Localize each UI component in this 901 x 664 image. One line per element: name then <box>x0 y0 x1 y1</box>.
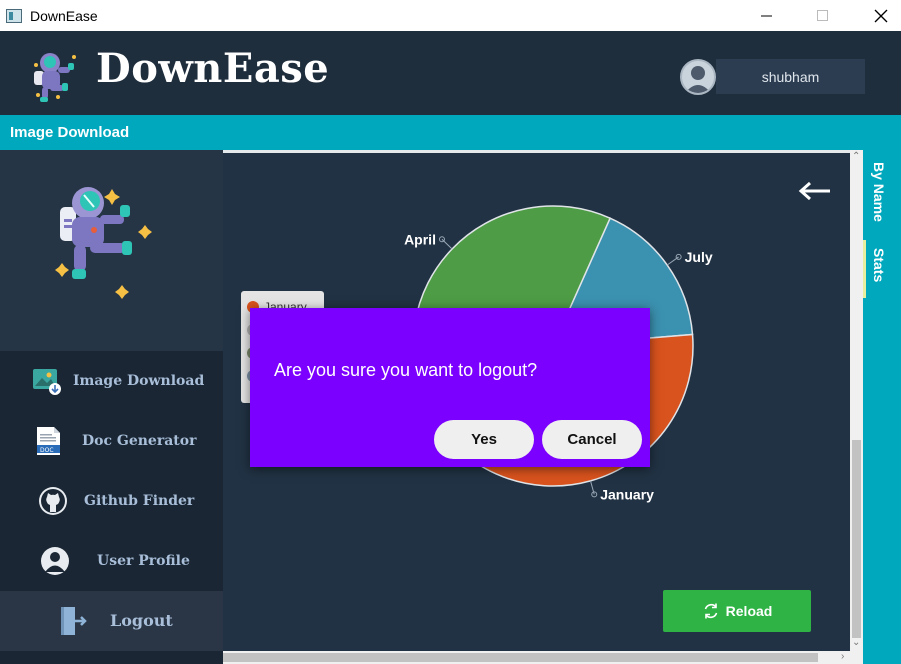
doc-icon: DOC <box>37 427 60 455</box>
logout-icon <box>61 607 87 635</box>
sidebar-item-user-profile[interactable]: User Profile <box>0 531 223 591</box>
cancel-button[interactable]: Cancel <box>542 420 642 459</box>
reload-icon <box>704 603 717 619</box>
sidebar-item-label: Doc Generator <box>82 433 197 449</box>
pie-label-anchor <box>675 253 682 260</box>
pie-label: April <box>404 231 436 247</box>
maximize-icon <box>817 9 828 21</box>
section-bar: Image Download <box>0 115 901 150</box>
active-tab-indicator <box>863 240 866 298</box>
sidebar-hero <box>0 150 223 351</box>
window-title-bar: DownEase <box>0 0 901 31</box>
scroll-down-icon[interactable]: ⌄ <box>852 638 860 648</box>
close-icon <box>874 9 888 22</box>
horizontal-scrollbar[interactable]: › <box>223 651 863 664</box>
sidebar-item-logout[interactable]: Logout <box>0 591 223 651</box>
sidebar-nav: Image Download DOC Doc Generator Github … <box>0 351 223 664</box>
github-icon <box>39 487 67 515</box>
vertical-scrollbar[interactable]: ⌃ ⌄ <box>850 150 863 651</box>
svg-text:DOC: DOC <box>40 447 54 454</box>
scroll-up-icon[interactable]: ⌃ <box>852 152 860 162</box>
username-label[interactable]: shubham <box>716 59 865 94</box>
brand-title: DownEase <box>96 45 330 92</box>
user-avatar-icon <box>685 66 711 93</box>
window-title: DownEase <box>30 7 98 24</box>
pie-label: January <box>600 486 654 502</box>
sidebar-item-label: Github Finder <box>84 493 195 509</box>
app-icon <box>6 8 22 23</box>
user-icon <box>41 547 69 575</box>
image-download-icon <box>33 369 61 395</box>
sidebar: Image Download DOC Doc Generator Github … <box>0 150 223 664</box>
pie-label: July <box>685 249 713 265</box>
astronaut-illustration-icon <box>55 187 152 299</box>
sidebar-item-label: Image Download <box>73 373 205 389</box>
section-title: Image Download <box>10 124 130 141</box>
app-header: DownEase shubham <box>0 31 901 115</box>
vertical-scroll-thumb[interactable] <box>852 440 861 638</box>
sidebar-item-label: User Profile <box>97 553 190 569</box>
close-button[interactable] <box>858 0 901 31</box>
right-tab-bar: By Name Stats <box>863 150 901 664</box>
reload-label: Reload <box>725 603 773 619</box>
sidebar-item-label: Logout <box>110 611 173 630</box>
maximize-button[interactable] <box>800 0 846 31</box>
logout-confirm-dialog: Are you sure you want to logout? Yes Can… <box>250 308 650 467</box>
sidebar-item-github-finder[interactable]: Github Finder <box>0 471 223 531</box>
astronaut-logo-icon <box>34 53 76 102</box>
yes-button[interactable]: Yes <box>434 420 534 459</box>
sidebar-item-image-download[interactable]: Image Download <box>0 351 223 411</box>
back-arrow-icon[interactable] <box>798 181 832 201</box>
reload-button[interactable]: Reload <box>663 590 811 632</box>
horizontal-scroll-thumb[interactable] <box>223 653 818 662</box>
minimize-icon <box>761 15 772 16</box>
scroll-right-icon[interactable]: › <box>841 652 844 662</box>
dialog-message: Are you sure you want to logout? <box>274 360 538 380</box>
tab-by-name[interactable]: By Name <box>871 162 887 222</box>
tab-stats[interactable]: Stats <box>871 248 887 282</box>
user-avatar[interactable] <box>680 59 716 95</box>
minimize-button[interactable] <box>744 0 790 31</box>
sidebar-item-doc-generator[interactable]: DOC Doc Generator <box>0 411 223 471</box>
